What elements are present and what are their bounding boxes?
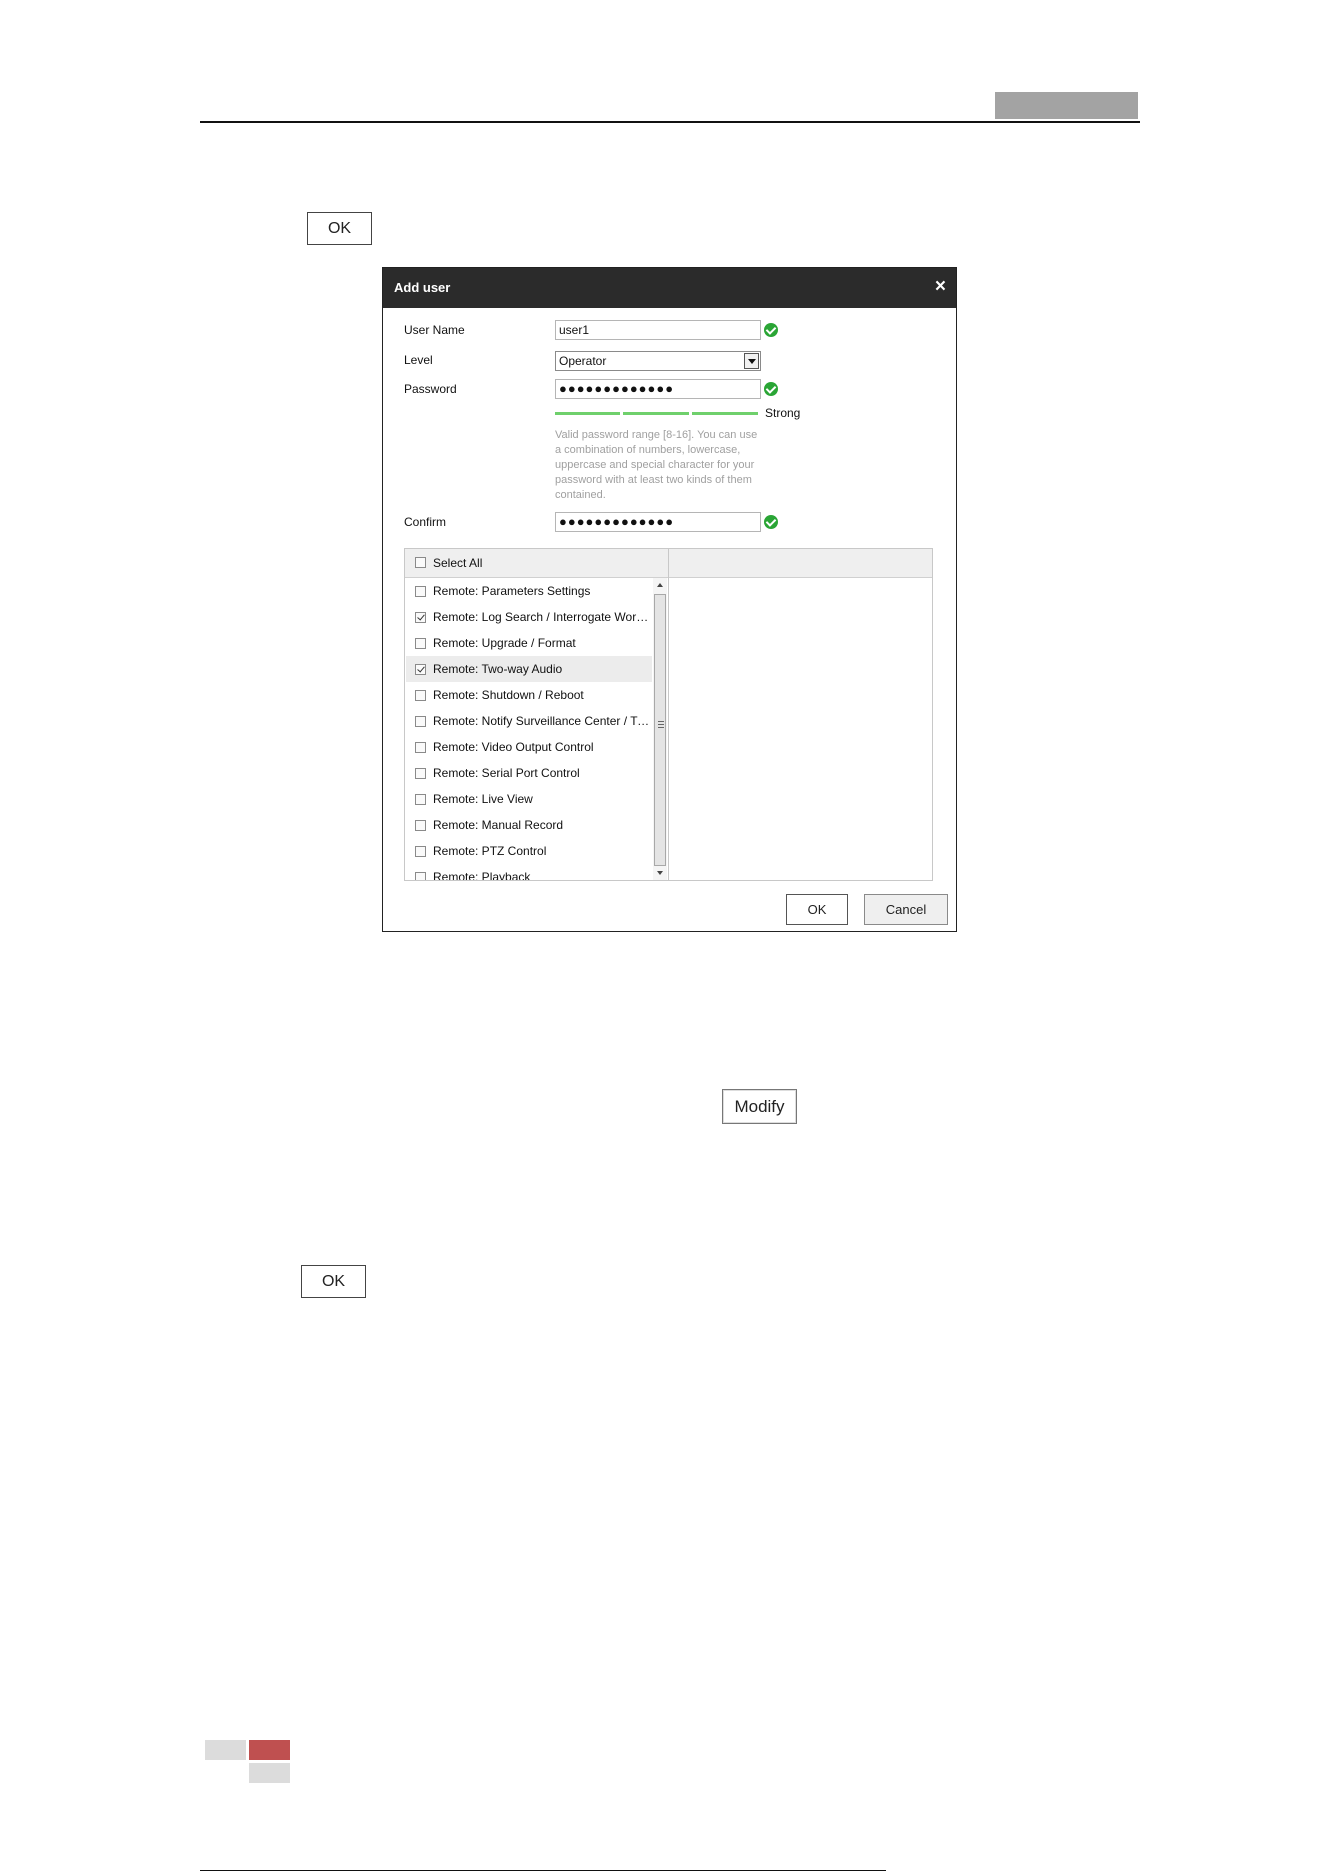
scroll-down-arrow-icon[interactable] <box>653 868 667 878</box>
permission-row[interactable]: Remote: Live View <box>406 786 652 812</box>
permission-checkbox[interactable] <box>415 586 426 597</box>
permission-label: Remote: Upgrade / Format <box>433 636 576 650</box>
footer-rule <box>200 1870 886 1871</box>
permission-checkbox[interactable] <box>415 612 426 623</box>
add-user-dialog: Add user × User Name user1 Level Operato… <box>382 267 957 932</box>
permission-checkbox[interactable] <box>415 768 426 779</box>
dialog-ok-button[interactable]: OK <box>786 894 848 925</box>
dialog-cancel-button[interactable]: Cancel <box>864 894 948 925</box>
scroll-up-arrow-icon[interactable] <box>653 580 667 590</box>
permission-checkbox[interactable] <box>415 794 426 805</box>
permission-label: Remote: Manual Record <box>433 818 564 832</box>
level-value: Operator <box>559 354 607 368</box>
password-hint: Valid password range [8-16]. You can use… <box>555 429 758 501</box>
dialog-titlebar: Add user × <box>383 268 956 308</box>
permission-table: Select All Remote: Parameters Settings Re… <box>404 548 933 881</box>
header-rule <box>200 121 1140 123</box>
permission-row[interactable]: Remote: Playback <box>406 864 652 880</box>
scroll-thumb[interactable] <box>654 594 666 866</box>
permission-label: Remote: Log Search / Interrogate Working… <box>433 610 650 624</box>
level-label: Level <box>404 353 433 367</box>
scrollbar[interactable] <box>653 578 667 880</box>
chevron-down-icon[interactable] <box>744 353 759 369</box>
modify-button[interactable]: Modify <box>722 1089 797 1124</box>
permission-label: Remote: Serial Port Control <box>433 766 580 780</box>
permission-row[interactable]: Remote: PTZ Control <box>406 838 652 864</box>
column-divider <box>668 549 669 880</box>
permission-checkbox[interactable] <box>415 690 426 701</box>
confirm-label: Confirm <box>404 515 447 529</box>
close-icon[interactable]: × <box>935 276 946 298</box>
permission-checkbox[interactable] <box>415 664 426 675</box>
permission-label: Remote: Two-way Audio <box>433 662 563 676</box>
permission-label: Remote: Parameters Settings <box>433 584 591 598</box>
strength-bar-segment <box>555 412 620 415</box>
permission-list: Remote: Parameters Settings Remote: Log S… <box>406 578 652 880</box>
confirm-input[interactable]: ●●●●●●●●●●●●● <box>555 512 761 532</box>
select-all-label: Select All <box>433 556 483 570</box>
level-select[interactable]: Operator <box>555 351 761 371</box>
permission-label: Remote: Video Output Control <box>433 740 594 754</box>
username-label: User Name <box>404 323 465 337</box>
valid-check-icon <box>764 323 778 337</box>
footer-gray-block <box>249 1763 290 1783</box>
strength-label: Strong <box>765 406 801 420</box>
permission-row[interactable]: Remote: Serial Port Control <box>406 760 652 786</box>
permission-label: Remote: PTZ Control <box>433 844 547 858</box>
permission-label: Remote: Live View <box>433 792 533 806</box>
permission-checkbox[interactable] <box>415 846 426 857</box>
grip-icon <box>658 721 664 728</box>
valid-check-icon <box>764 515 778 529</box>
dialog-title: Add user <box>394 280 451 295</box>
ok-button-bottom[interactable]: OK <box>301 1265 366 1298</box>
strength-bar-segment <box>623 412 689 415</box>
permission-row[interactable]: Remote: Video Output Control <box>406 734 652 760</box>
footer-red-block <box>249 1740 290 1760</box>
permission-checkbox[interactable] <box>415 716 426 727</box>
valid-check-icon <box>764 382 778 396</box>
password-input[interactable]: ●●●●●●●●●●●●● <box>555 379 761 399</box>
ok-button-top[interactable]: OK <box>307 212 372 245</box>
select-all-checkbox[interactable] <box>415 557 426 568</box>
permission-checkbox[interactable] <box>415 820 426 831</box>
password-label: Password <box>404 382 457 396</box>
permission-checkbox[interactable] <box>415 638 426 649</box>
permission-row[interactable]: Remote: Parameters Settings <box>406 578 652 604</box>
permission-checkbox[interactable] <box>415 872 426 880</box>
permission-label: Remote: Shutdown / Reboot <box>433 688 584 702</box>
permission-row[interactable]: Remote: Notify Surveillance Center / Tri… <box>406 708 652 734</box>
permission-row[interactable]: Remote: Shutdown / Reboot <box>406 682 652 708</box>
permission-label: Remote: Notify Surveillance Center / Tri… <box>433 714 650 728</box>
permission-checkbox[interactable] <box>415 742 426 753</box>
header-gray-block <box>995 92 1138 119</box>
username-input[interactable]: user1 <box>555 320 761 340</box>
permission-row[interactable]: Remote: Log Search / Interrogate Working… <box>406 604 652 630</box>
footer-gray-block <box>205 1740 246 1760</box>
permission-label: Remote: Playback <box>433 870 531 880</box>
permission-row[interactable]: Remote: Two-way Audio <box>406 656 652 682</box>
strength-bar-segment <box>692 412 758 415</box>
permission-row[interactable]: Remote: Manual Record <box>406 812 652 838</box>
permission-row[interactable]: Remote: Upgrade / Format <box>406 630 652 656</box>
